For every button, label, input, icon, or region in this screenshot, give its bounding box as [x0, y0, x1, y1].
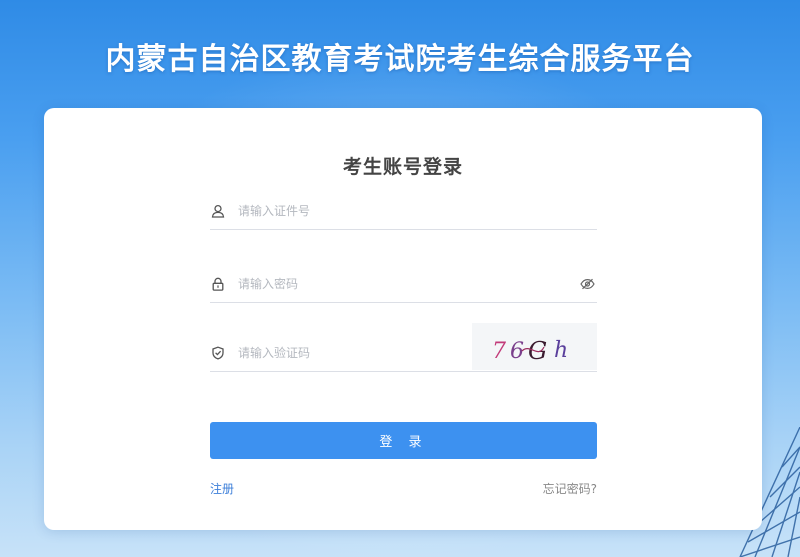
- login-card: 考生账号登录 请输入证件号 请输入验证码 7 6 G h 登 录 注册 忘记密码…: [44, 108, 762, 530]
- login-form-title: 考生账号登录: [342, 156, 463, 178]
- captcha-input[interactable]: [234, 338, 472, 368]
- captcha-image[interactable]: 7 6 G h: [472, 323, 597, 370]
- captcha-underline: [210, 371, 597, 372]
- login-button[interactable]: 登 录: [210, 422, 597, 459]
- login-page: { "header": { "title": "内蒙古自治区教育考试院考生综合服…: [0, 0, 800, 557]
- captcha-char-4: h: [554, 338, 568, 363]
- forgot-password-link[interactable]: 忘记密码?: [543, 480, 597, 497]
- page-title: 内蒙古自治区教育考试院考生综合服务平台: [105, 42, 695, 77]
- register-link[interactable]: 注册: [210, 480, 234, 497]
- lock-icon: [210, 277, 234, 291]
- captcha-char-1: 7: [492, 339, 506, 364]
- shield-check-icon: [210, 346, 234, 360]
- user-icon: [210, 204, 234, 218]
- password-input[interactable]: [234, 268, 577, 299]
- captcha-text-graphic: 7 6 G h: [492, 337, 568, 365]
- id-number-field: [210, 192, 597, 230]
- captcha-field: [210, 334, 472, 372]
- captcha-char-2: 6: [510, 339, 524, 364]
- password-field: [210, 265, 597, 303]
- eye-slash-icon[interactable]: [577, 274, 597, 294]
- id-number-input[interactable]: [234, 195, 597, 226]
